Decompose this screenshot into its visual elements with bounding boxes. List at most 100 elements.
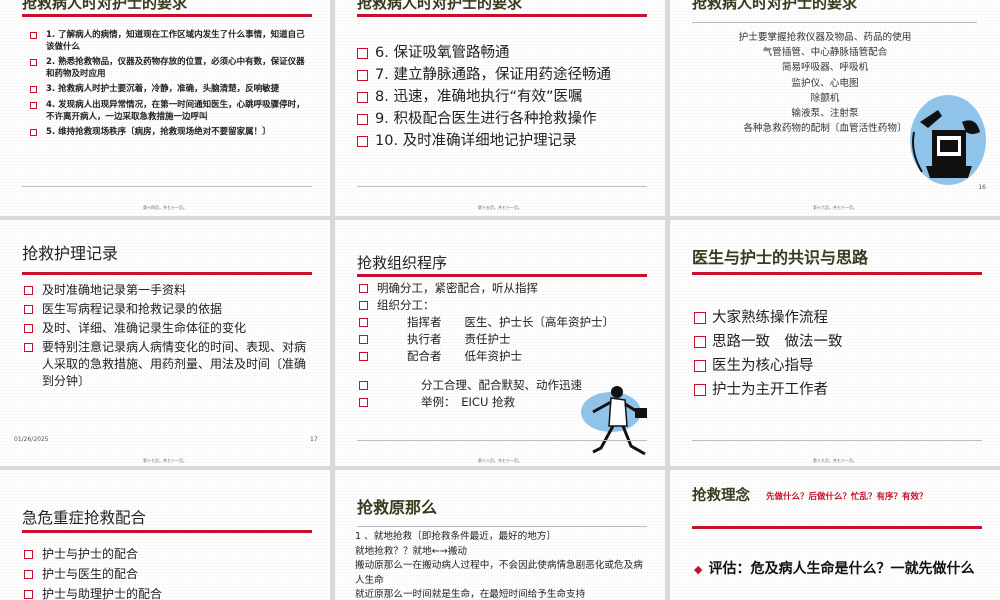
footer-divider	[692, 440, 982, 441]
slide-subtitle: 先做什么？后做什么？忙乱？有序？有效？	[766, 492, 928, 502]
square-bullet-icon	[694, 312, 706, 324]
square-bullet-icon	[30, 32, 37, 39]
title-underline	[692, 272, 982, 275]
square-bullet-icon	[359, 352, 368, 361]
title-underline	[357, 14, 647, 17]
list-item: 执行者 责任护士	[359, 331, 651, 348]
list-item: 明确分工，紧密配合，听从指挥	[359, 280, 651, 297]
nurse-clipart-icon	[910, 95, 986, 185]
text-line: 就近原那么一时间就是生命，在最短时间给予生命支持	[355, 589, 586, 600]
list-item: 10. 及时准确详细地记护理记录	[357, 130, 653, 152]
square-bullet-icon	[359, 284, 368, 293]
text-line: 就地抢救？？就地←→搬动	[355, 545, 468, 557]
running-doctor-clipart-icon	[581, 386, 647, 456]
slide-footer: 第十六页，共七十一页。	[813, 205, 857, 210]
list-item: 护士与护士的配合	[24, 546, 314, 563]
diamond-bullet-icon: ◆	[694, 563, 703, 576]
list-item: 护士与助理护士的配合	[24, 586, 314, 600]
square-bullet-icon	[24, 324, 33, 333]
slide-thumbnail-22[interactable]: 抢救理念 先做什么？后做什么？忙乱？有序？有效？ ◆ 评估：危及病人生命是什么？一…	[670, 470, 1000, 600]
list-item: 配合者 低年资护士	[359, 348, 651, 365]
title-underline	[22, 272, 312, 275]
square-bullet-icon	[24, 570, 33, 579]
footer-divider	[22, 186, 312, 187]
text-line: 1 、就地抢救〔即抢救条件最近，最好的地方〕	[355, 531, 557, 542]
list-item: ◆ 评估：危及病人生命是什么？一就先做什么	[694, 561, 975, 577]
slide-title: 抢救理念	[692, 488, 750, 504]
slide-title: 抢救病人时对护士的要求	[22, 0, 188, 12]
slide-date: 01/26/2025	[14, 436, 49, 443]
footer-divider	[357, 440, 647, 441]
slide-thumbnail-16[interactable]: 抢救病人时对护士的要求 护士要掌握抢救仪器及物品、药品的使用 气管插管、中心静脉…	[670, 0, 1000, 216]
slide-title: 抢救原那么	[357, 498, 438, 517]
slide-thumbnail-15[interactable]: 抢救病人时对护士的要求 6. 保证吸氧管路畅通 7. 建立静脉通路，保证用药途径…	[335, 0, 665, 216]
slide-footer: 第十九页，共七十一页。	[813, 458, 857, 463]
title-underline	[22, 530, 312, 533]
list-item: 简易呼吸器、呼吸机	[781, 62, 869, 74]
slide-footer: 第十五页，共七十一页。	[478, 205, 522, 210]
bullet-list: 6. 保证吸氧管路畅通 7. 建立静脉通路，保证用药途径畅通 8. 迅速，准确地…	[357, 42, 653, 152]
list-item: 医生写病程记录和抢救记录的依据	[24, 301, 314, 318]
square-bullet-icon	[30, 86, 37, 94]
list-item: 护士要掌握抢救仪器及物品、药品的使用	[738, 32, 912, 43]
square-bullet-icon	[30, 101, 37, 109]
bullet-list: 大家熟练操作流程 思路一致 做法一致 医生为核心指导 护士为主开工作者	[694, 306, 984, 402]
list-item: 组织分工：	[359, 297, 651, 314]
square-bullet-icon	[24, 550, 33, 559]
slide-thumbnail-14[interactable]: 抢救病人时对护士的要求 1. 了解病人的病情，知道现在工作区域内发生了什么事情，…	[0, 0, 330, 216]
square-bullet-icon	[694, 360, 706, 372]
slide-footer: 第十七页，共七十一页。	[143, 458, 187, 463]
list-item: 指挥者 医生、护士长〔高年资护士〕	[359, 314, 651, 331]
square-bullet-icon	[357, 48, 368, 59]
list-item: 护士与医生的配合	[24, 566, 314, 583]
slide-thumbnail-18[interactable]: 抢救组织程序 明确分工，紧密配合，听从指挥 组织分工： 指挥者 医生、护士长〔高…	[335, 220, 665, 466]
square-bullet-icon	[24, 343, 33, 352]
square-bullet-icon	[30, 129, 37, 137]
list-item: 1. 了解病人的病情，知道现在工作区域内发生了什么事情，知道自己该做什么	[30, 30, 308, 53]
square-bullet-icon	[359, 318, 368, 327]
slide-thumbnail-19[interactable]: 医生与护士的共识与思路 大家熟练操作流程 思路一致 做法一致 医生为核心指导 护…	[670, 220, 1000, 466]
slide-thumbnail-21[interactable]: 抢救原那么 1 、就地抢救〔即抢救条件最近，最好的地方〕 就地抢救？？就地←→搬…	[335, 470, 665, 600]
slide-title: 抢救护理记录	[22, 244, 119, 263]
bullet-list: 1. 了解病人的病情，知道现在工作区域内发生了什么事情，知道自己该做什么 2. …	[30, 30, 308, 143]
list-item: 7. 建立静脉通路，保证用药途径畅通	[357, 64, 653, 86]
slide-footer: 第十八页，共七十一页。	[478, 458, 522, 463]
list-item: 4. 发现病人出现异常情况，在第一时间通知医生，心跳呼吸骤停时，不许离开病人，一…	[30, 100, 308, 123]
text-line: 搬动原那么一在搬动病人过程中，不会因此使病情急剧恶化或危及病人生命	[355, 560, 643, 586]
list-item: 2. 熟悉抢救物品，仪器及药物存放的位置，必须心中有数，保证仪器和药物及时应用	[30, 57, 308, 80]
slide-title: 医生与护士的共识与思路	[692, 248, 869, 267]
list-item: 及时、详细、准确记录生命体征的变化	[24, 320, 314, 337]
square-bullet-icon	[357, 70, 368, 81]
list-item: 9. 积极配合医生进行各种抢救操作	[357, 108, 653, 130]
square-bullet-icon	[694, 384, 706, 396]
slide-thumbnail-20[interactable]: 急危重症抢救配合 护士与护士的配合 护士与医生的配合 护士与助理护士的配合	[0, 470, 330, 600]
slide-title: 抢救组织程序	[357, 254, 448, 272]
list-item: 及时准确地记录第一手资料	[24, 282, 314, 299]
list-item: 护士为主开工作者	[694, 378, 984, 402]
title-divider	[692, 22, 977, 23]
footer-divider	[357, 186, 647, 187]
page-number: 17	[310, 436, 318, 443]
list-item: 气管插管、中心静脉插管配合	[762, 47, 888, 59]
slide-sorter-grid: 抢救病人时对护士的要求 1. 了解病人的病情，知道现在工作区域内发生了什么事情，…	[0, 0, 1000, 600]
title-underline	[692, 526, 982, 529]
title-divider	[357, 526, 647, 527]
square-bullet-icon	[357, 92, 368, 103]
square-bullet-icon	[359, 398, 368, 407]
title-underline	[22, 14, 312, 17]
list-item: 医生为核心指导	[694, 354, 984, 378]
slide-footer: 第十四页，共七十一页。	[143, 205, 187, 210]
list-item: 6. 保证吸氧管路畅通	[357, 42, 653, 64]
square-bullet-icon	[24, 590, 33, 599]
square-bullet-icon	[359, 335, 368, 344]
slide-title: 抢救病人时对护士的要求	[692, 0, 858, 12]
slide-thumbnail-17[interactable]: 抢救护理记录 及时准确地记录第一手资料 医生写病程记录和抢救记录的依据 及时、详…	[0, 220, 330, 466]
list-item: 要特别注意记录病人病情变化的时间、表现、对病人采取的急救措施、用药剂量、用法及时…	[24, 339, 314, 390]
list-item: 思路一致 做法一致	[694, 330, 984, 354]
square-bullet-icon	[357, 114, 368, 125]
list-item: 5. 维持抢救现场秩序〔病房，抢救现场绝对不要留家属！〕	[30, 127, 308, 139]
square-bullet-icon	[359, 301, 368, 310]
bullet-list: 及时准确地记录第一手资料 医生写病程记录和抢救记录的依据 及时、详细、准确记录生…	[24, 282, 314, 392]
square-bullet-icon	[359, 381, 368, 390]
list-item: 8. 迅速，准确地执行“有效”医嘱	[357, 86, 653, 108]
